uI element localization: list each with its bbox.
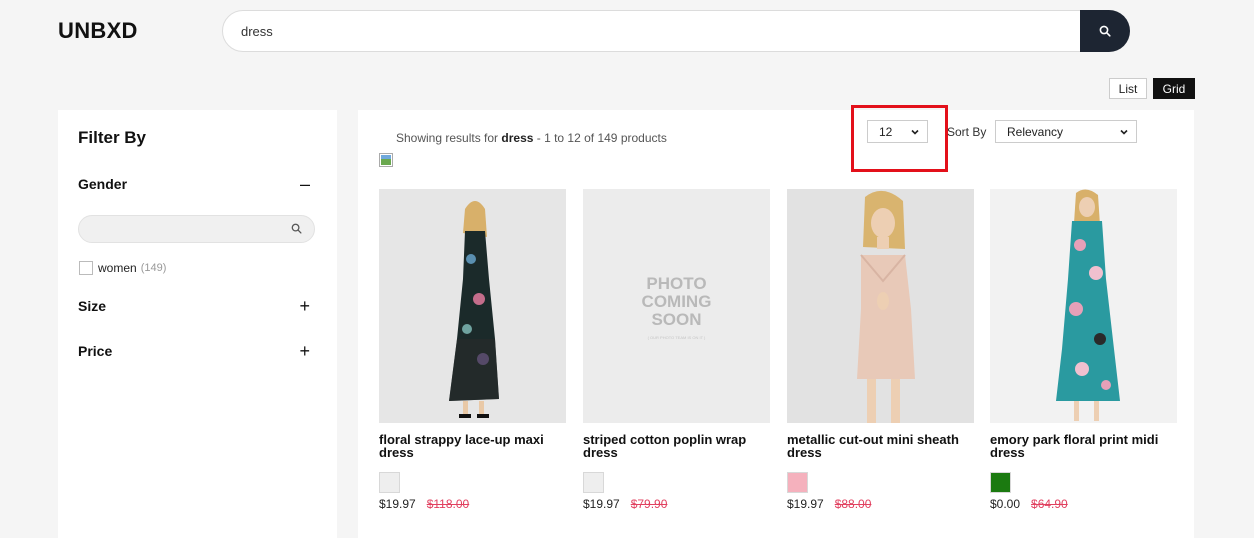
expand-icon[interactable]: +	[299, 341, 310, 362]
filter-sidebar: Filter By Gender – women (149) Size + Pr…	[58, 110, 337, 538]
results-summary: Showing results for dress - 1 to 12 of 1…	[396, 131, 667, 145]
highlight-annotation	[851, 105, 948, 172]
old-price: $88.00	[834, 497, 872, 511]
old-price: $64.90	[1031, 497, 1068, 511]
product-card[interactable]: floral strappy lace-up maxi dress $19.97…	[379, 189, 566, 511]
summary-suffix: - 1 to 12 of 149 products	[533, 131, 667, 145]
placeholder-line: COMING	[641, 292, 712, 311]
product-card[interactable]: metallic cut-out mini sheath dress $19.9…	[787, 189, 974, 511]
product-image[interactable]	[379, 189, 566, 423]
logo[interactable]: UNBXD	[58, 18, 138, 44]
results-panel: Showing results for dress - 1 to 12 of 1…	[358, 105, 1194, 538]
price: $0.00	[990, 497, 1021, 511]
summary-query: dress	[501, 131, 534, 145]
product-image[interactable]: PHOTO COMING SOON ( OUR PHOTO TEAM IS ON…	[583, 189, 770, 423]
facet-size[interactable]: Size +	[78, 296, 310, 317]
facet-option-women[interactable]: women (149)	[79, 261, 166, 275]
broken-image-icon	[379, 153, 393, 167]
product-image[interactable]	[787, 189, 974, 423]
search-button[interactable]	[1080, 10, 1130, 52]
grid-view-button[interactable]: Grid	[1153, 78, 1195, 99]
expand-icon[interactable]: +	[299, 296, 310, 317]
facet-gender-label: Gender	[78, 176, 128, 192]
color-swatch[interactable]	[990, 472, 1011, 493]
checkbox[interactable]	[79, 261, 93, 275]
list-view-button[interactable]: List	[1109, 78, 1147, 99]
product-title[interactable]: striped cotton poplin wrap dress	[583, 433, 770, 459]
color-swatch[interactable]	[379, 472, 400, 493]
price: $19.97	[583, 497, 620, 511]
price-row: $19.97 $118.00	[379, 497, 566, 511]
product-photo	[857, 190, 915, 423]
price-row: $19.97 $88.00	[787, 497, 974, 511]
facet-price-label: Price	[78, 343, 113, 359]
color-swatch[interactable]	[787, 472, 808, 493]
product-card[interactable]: PHOTO COMING SOON ( OUR PHOTO TEAM IS ON…	[583, 189, 770, 511]
old-price: $118.00	[426, 497, 470, 511]
search-icon	[291, 223, 302, 234]
product-photo	[449, 201, 499, 418]
placeholder-line: SOON	[651, 310, 702, 329]
price: $19.97	[787, 497, 824, 511]
collapse-icon[interactable]: –	[300, 174, 310, 195]
product-title[interactable]: metallic cut-out mini sheath dress	[787, 433, 974, 459]
search-bar	[222, 10, 1130, 52]
search-input[interactable]	[241, 11, 1061, 51]
placeholder-note: ( OUR PHOTO TEAM IS ON IT )	[647, 335, 706, 340]
facet-price[interactable]: Price +	[78, 341, 310, 362]
placeholder-line: PHOTO	[646, 274, 707, 293]
facet-option-label: women	[98, 261, 137, 275]
sort-value: Relevancy	[1007, 124, 1064, 139]
filter-title: Filter By	[78, 128, 147, 147]
old-price: $79.90	[630, 497, 668, 511]
search-icon	[1099, 25, 1111, 37]
chevron-down-icon	[1120, 129, 1128, 135]
sort-label: Sort By	[947, 125, 987, 139]
product-image[interactable]	[990, 189, 1177, 423]
product-photo	[1056, 189, 1120, 421]
price-row: $19.97 $79.90	[583, 497, 770, 511]
product-title[interactable]: emory park floral print midi dress	[990, 433, 1177, 459]
photo-coming-soon: PHOTO COMING SOON	[583, 275, 770, 329]
facet-gender[interactable]: Gender –	[78, 174, 310, 195]
product-title[interactable]: floral strappy lace-up maxi dress	[379, 433, 566, 459]
summary-prefix: Showing results for	[396, 131, 502, 145]
facet-search-input[interactable]	[78, 215, 315, 243]
sort-select[interactable]: Relevancy	[995, 120, 1137, 143]
price: $19.97	[379, 497, 416, 511]
facet-option-count: (149)	[140, 262, 167, 274]
product-card[interactable]: emory park floral print midi dress $0.00…	[990, 189, 1177, 511]
price-row: $0.00 $64.90	[990, 497, 1177, 511]
facet-size-label: Size	[78, 298, 107, 314]
color-swatch[interactable]	[583, 472, 604, 493]
